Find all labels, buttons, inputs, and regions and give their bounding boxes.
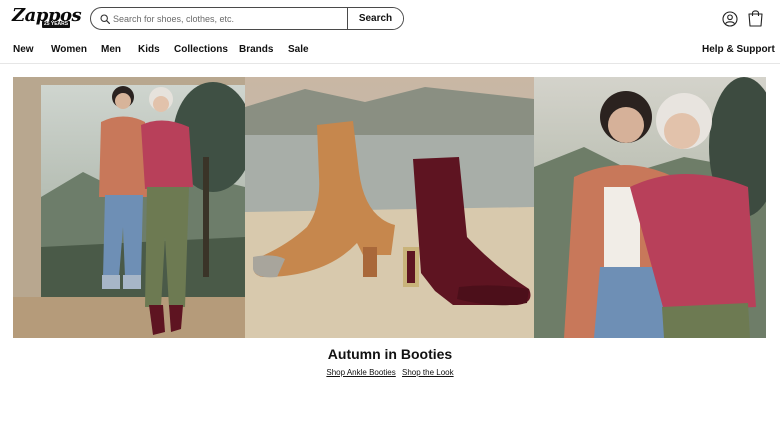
nav-item-men[interactable]: Men — [101, 44, 121, 55]
nav-item-women[interactable]: Women — [51, 44, 87, 55]
hero-banner[interactable] — [13, 77, 766, 338]
main-navigation: New Women Men Kids Collections Brands Sa… — [0, 38, 780, 64]
nav-item-brands[interactable]: Brands — [239, 44, 273, 55]
site-header: Zappos 25 YEARS Search — [0, 0, 780, 38]
search-bar: Search — [90, 7, 404, 30]
shop-ankle-booties-link[interactable]: Shop Ankle Booties — [326, 368, 395, 377]
nav-item-kids[interactable]: Kids — [138, 44, 160, 55]
nav-item-sale[interactable]: Sale — [288, 44, 309, 55]
nav-item-new[interactable]: New — [13, 44, 34, 55]
zappos-logo[interactable]: Zappos 25 YEARS — [12, 5, 82, 29]
nav-item-help-support[interactable]: Help & Support — [702, 44, 775, 55]
logo-anniversary-badge: 25 YEARS — [42, 21, 71, 28]
account-icon[interactable] — [722, 11, 738, 27]
hero-image-models-left[interactable] — [13, 77, 245, 338]
hero-links: Shop Ankle Booties Shop the Look — [0, 368, 780, 377]
shopping-bag-icon[interactable] — [747, 9, 764, 27]
hero-image-models-right[interactable] — [534, 77, 766, 338]
hero-image-booties[interactable] — [245, 77, 534, 338]
search-icon — [100, 14, 110, 24]
shop-the-look-link[interactable]: Shop the Look — [402, 368, 454, 377]
nav-item-collections[interactable]: Collections — [174, 44, 228, 55]
search-button[interactable]: Search — [347, 8, 403, 29]
search-input[interactable] — [113, 8, 347, 29]
hero-title: Autumn in Booties — [327, 346, 453, 362]
